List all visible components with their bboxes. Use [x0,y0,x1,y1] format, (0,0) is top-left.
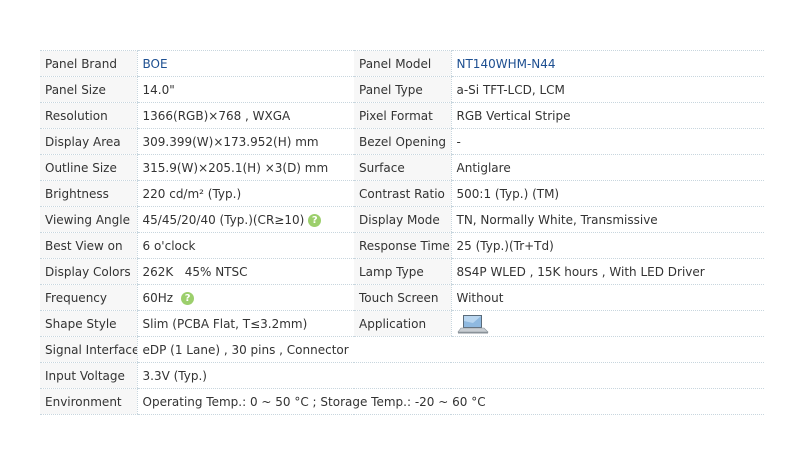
spec-label: Contrast Ratio [354,180,451,207]
spec-value: 6 o'clock [136,232,354,259]
panel-brand-value[interactable]: BOE [143,57,168,71]
spec-value: 8S4P WLED , 15K hours , With LED Driver [450,258,764,285]
spec-label: Pixel Format [354,102,451,129]
spec-value: 14.0" [136,76,354,103]
table-row: Resolution 1366(RGB)×768 , WXGA Pixel Fo… [40,102,764,129]
table-row: Input Voltage 3.3V (Typ.) [40,362,764,389]
spec-value: 220 cd/m² (Typ.) [136,180,354,207]
spec-label: Viewing Angle [40,206,137,233]
spec-label: Panel Size [40,76,137,103]
spec-label: Frequency [40,284,137,311]
spec-value: eDP (1 Lane) , 30 pins , Connector [136,336,764,363]
spec-value: RGB Vertical Stripe [450,102,764,129]
spec-label: Panel Model [354,50,451,77]
spec-value: 500:1 (Typ.) (TM) [450,180,764,207]
spec-value: 262K 45% NTSC [136,258,354,285]
spec-label: Display Mode [354,206,451,233]
application-cell [450,310,764,337]
table-row: Outline Size 315.9(W)×205.1(H) ×3(D) mm … [40,154,764,181]
spec-label: Surface [354,154,451,181]
table-row: Display Colors 262K 45% NTSC Lamp Type 8… [40,258,764,285]
spec-table: Panel Brand BOE Panel Model NT140WHM-N44… [40,50,764,415]
table-row: Display Area 309.399(W)×173.952(H) mm Be… [40,128,764,155]
spec-label: Resolution [40,102,137,129]
spec-value: 3.3V (Typ.) [136,362,764,389]
spec-value: 315.9(W)×205.1(H) ×3(D) mm [136,154,354,181]
help-icon[interactable]: ? [308,213,322,227]
spec-value: Antiglare [450,154,764,181]
table-row: Environment Operating Temp.: 0 ~ 50 °C ;… [40,388,764,415]
spec-value: Without [450,284,764,311]
panel-model-link[interactable]: NT140WHM-N44 [450,50,764,77]
spec-label: Input Voltage [40,362,137,389]
spec-value: TN, Normally White, Transmissive [450,206,764,233]
spec-value: 309.399(W)×173.952(H) mm [136,128,354,155]
spec-value: a-Si TFT-LCD, LCM [450,76,764,103]
spec-value: 45/45/20/40 (Typ.)(CR≥10) [142,212,305,227]
table-row: Signal Interface eDP (1 Lane) , 30 pins … [40,336,764,363]
laptop-icon[interactable] [456,314,489,334]
spec-value: 1366(RGB)×768 , WXGA [136,102,354,129]
spec-value: - [450,128,764,155]
spec-label: Display Colors [40,258,137,285]
spec-label: Panel Brand [40,50,137,77]
spec-value: 60Hz [142,290,174,305]
spec-label: Brightness [40,180,137,207]
table-row: Viewing Angle 45/45/20/40 (Typ.)(CR≥10)?… [40,206,764,233]
spec-value: 25 (Typ.)(Tr+Td) [450,232,764,259]
spec-value: Slim (PCBA Flat, T≤3.2mm) [136,310,354,337]
spec-label: Response Time [354,232,451,259]
viewing-angle-cell: 45/45/20/40 (Typ.)(CR≥10)? [136,206,354,233]
table-row: Brightness 220 cd/m² (Typ.) Contrast Rat… [40,180,764,207]
spec-label: Outline Size [40,154,137,181]
spec-label: Touch Screen [354,284,451,311]
spec-label: Environment [40,388,137,415]
spec-label: Panel Type [354,76,451,103]
table-row: Panel Brand BOE Panel Model NT140WHM-N44 [40,50,764,77]
spec-label: Signal Interface [40,336,137,363]
table-row: Shape Style Slim (PCBA Flat, T≤3.2mm) Ap… [40,310,764,337]
spec-label: Application [354,310,451,337]
spec-label: Lamp Type [354,258,451,285]
table-row: Best View on 6 o'clock Response Time 25 … [40,232,764,259]
frequency-cell: 60Hz? [136,284,354,311]
table-row: Frequency 60Hz? Touch Screen Without [40,284,764,311]
table-row: Panel Size 14.0" Panel Type a-Si TFT-LCD… [40,76,764,103]
panel-brand-link[interactable]: BOE [136,50,354,77]
panel-model-value[interactable]: NT140WHM-N44 [457,57,556,71]
spec-label: Shape Style [40,310,137,337]
spec-value: Operating Temp.: 0 ~ 50 °C ; Storage Tem… [136,388,764,415]
spec-label: Best View on [40,232,137,259]
spec-label: Bezel Opening [354,128,451,155]
spec-label: Display Area [40,128,137,155]
help-icon[interactable]: ? [181,291,195,305]
